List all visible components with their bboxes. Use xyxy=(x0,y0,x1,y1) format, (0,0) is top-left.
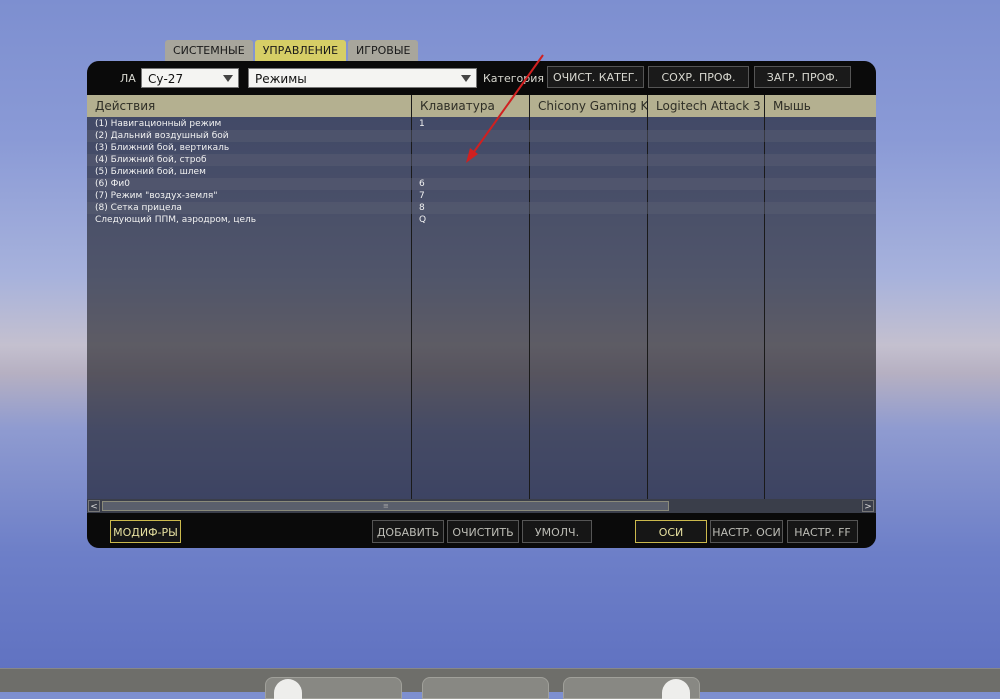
knob-icon xyxy=(662,679,690,699)
desk-tab[interactable] xyxy=(422,677,549,699)
annotation-arrow-icon xyxy=(466,54,544,163)
knob-icon xyxy=(274,679,302,699)
desktop-bottom-bar xyxy=(0,668,1000,699)
